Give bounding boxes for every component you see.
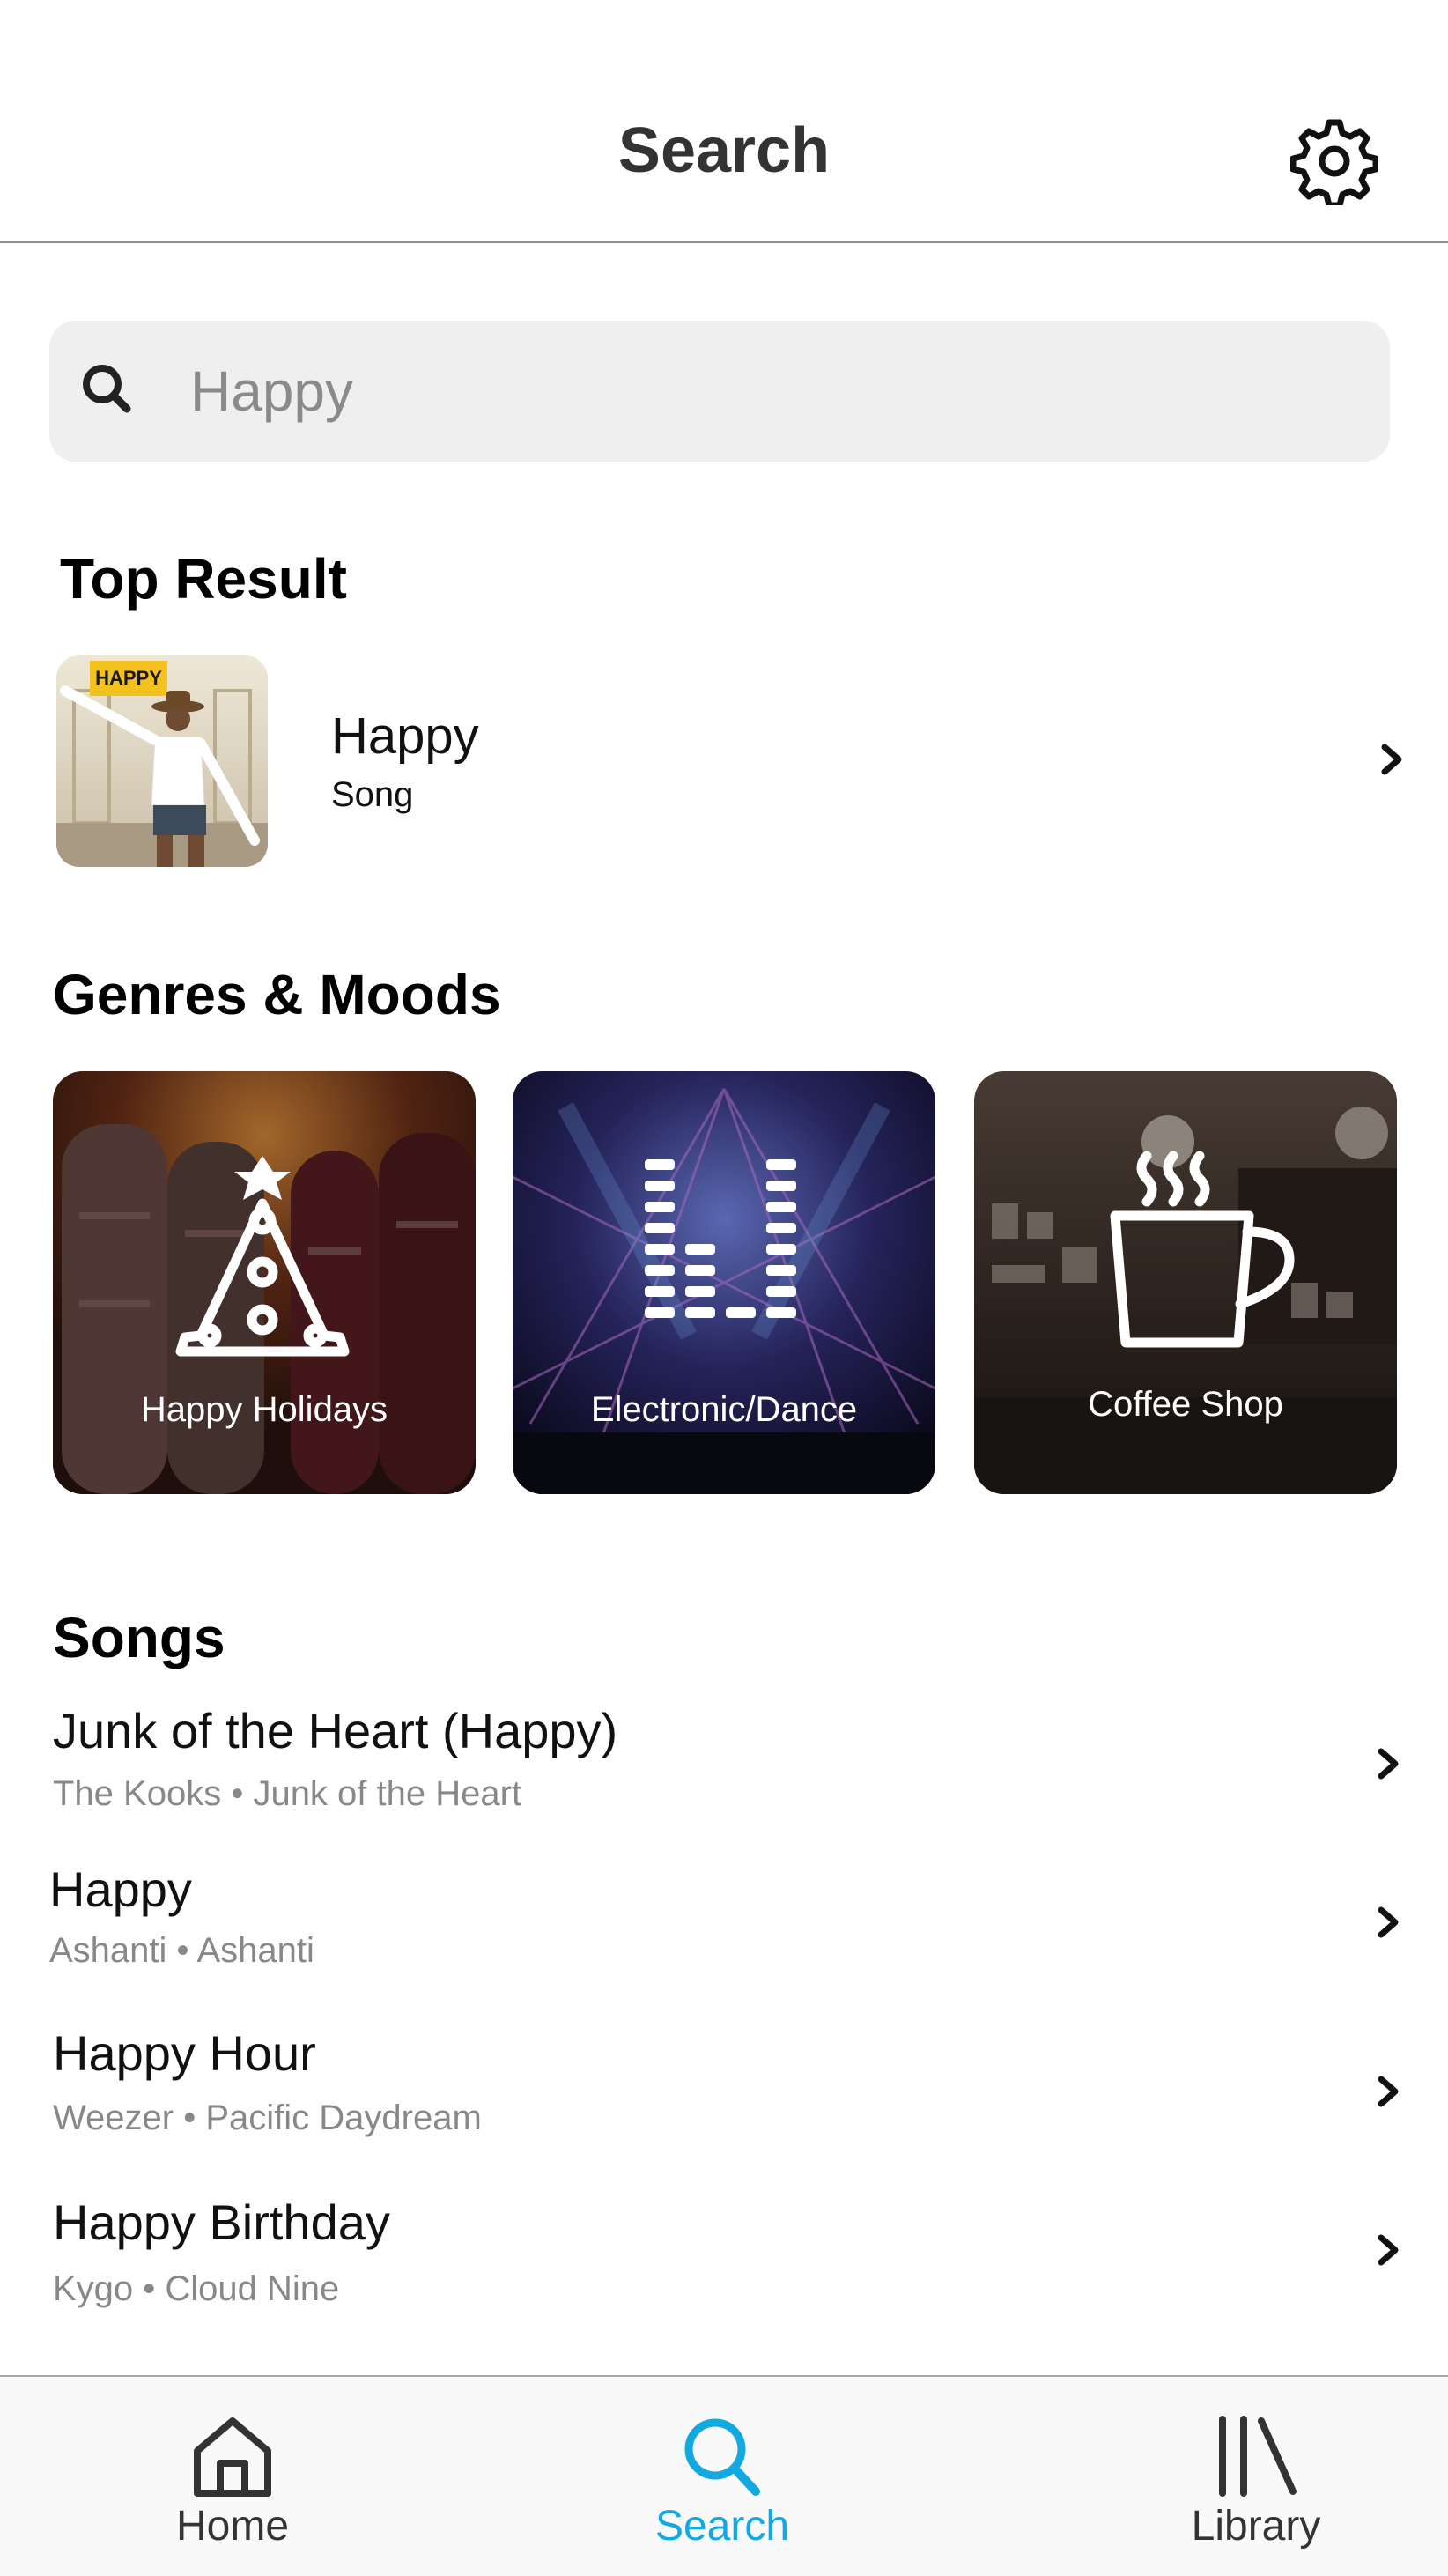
search-icon xyxy=(83,365,131,413)
search-icon xyxy=(684,2418,760,2496)
gear-icon xyxy=(1290,119,1378,205)
search-input[interactable] xyxy=(190,338,1335,444)
top-result-subtitle: Song xyxy=(331,775,414,814)
search-screen: Search Top Result xyxy=(0,0,1448,2576)
tab-label-search: Search xyxy=(654,2503,790,2550)
settings-button[interactable] xyxy=(1286,113,1383,210)
header: Search xyxy=(0,0,1448,243)
song-meta: Weezer • Pacific Daydream xyxy=(53,2099,482,2137)
song-row[interactable]: Happy Ashanti • Ashanti xyxy=(49,1861,1406,2010)
song-title: Happy xyxy=(49,1862,192,1917)
search-bar[interactable] xyxy=(49,321,1390,462)
coffee-cup-icon xyxy=(1110,1151,1295,1348)
song-title: Happy Hour xyxy=(53,2025,316,2081)
top-result-item[interactable]: HAPPY Happy Song xyxy=(53,652,1409,869)
album-artwork: HAPPY xyxy=(56,655,268,867)
tab-home[interactable]: Home xyxy=(100,2377,365,2576)
top-result-title: Happy xyxy=(331,707,479,765)
song-meta: Kygo • Cloud Nine xyxy=(53,2269,340,2308)
genre-tile-coffee-shop[interactable]: Coffee Shop xyxy=(974,1071,1397,1494)
song-title: Junk of the Heart (Happy) xyxy=(53,1703,618,1758)
tab-search[interactable]: Search xyxy=(590,2377,854,2576)
home-icon xyxy=(194,2417,271,2497)
genre-label-coffee-shop: Coffee Shop xyxy=(1088,1385,1283,1424)
genre-tile-electronic-dance[interactable]: Electronic/Dance xyxy=(513,1071,935,1494)
song-row[interactable]: Happy Birthday Kygo • Cloud Nine xyxy=(49,2194,1406,2343)
album-artwork-text: HAPPY xyxy=(95,667,162,689)
genres-heading: Genres & Moods xyxy=(53,963,501,1026)
tab-library[interactable]: Library xyxy=(1124,2377,1388,2576)
genre-label-happy-holidays: Happy Holidays xyxy=(140,1390,388,1429)
chevron-right-icon xyxy=(1381,744,1402,775)
christmas-tree-icon xyxy=(175,1156,350,1357)
tab-bar: Home Search Library xyxy=(0,2375,1448,2576)
genre-tile-happy-holidays[interactable]: Happy Holidays xyxy=(53,1071,476,1494)
chevron-right-icon xyxy=(1378,2234,1399,2266)
chevron-right-icon xyxy=(1378,2076,1399,2107)
song-meta: Ashanti • Ashanti xyxy=(49,1931,314,1970)
library-icon xyxy=(1219,2416,1297,2497)
equalizer-icon xyxy=(645,1159,796,1318)
song-title: Happy Birthday xyxy=(53,2195,390,2250)
song-meta: The Kooks • Junk of the Heart xyxy=(53,1774,522,1813)
songs-heading: Songs xyxy=(53,1606,225,1669)
top-result-heading: Top Result xyxy=(60,547,347,611)
chevron-right-icon xyxy=(1378,1748,1399,1780)
tab-label-library: Library xyxy=(1191,2503,1321,2550)
tab-label-home: Home xyxy=(175,2503,290,2550)
song-row[interactable]: Junk of the Heart (Happy) The Kooks • Ju… xyxy=(49,1702,1406,1852)
song-row[interactable]: Happy Hour Weezer • Pacific Daydream xyxy=(49,2025,1406,2174)
genre-label-electronic-dance: Electronic/Dance xyxy=(590,1390,858,1429)
chevron-right-icon xyxy=(1378,1906,1399,1938)
page-title: Search xyxy=(617,115,831,186)
